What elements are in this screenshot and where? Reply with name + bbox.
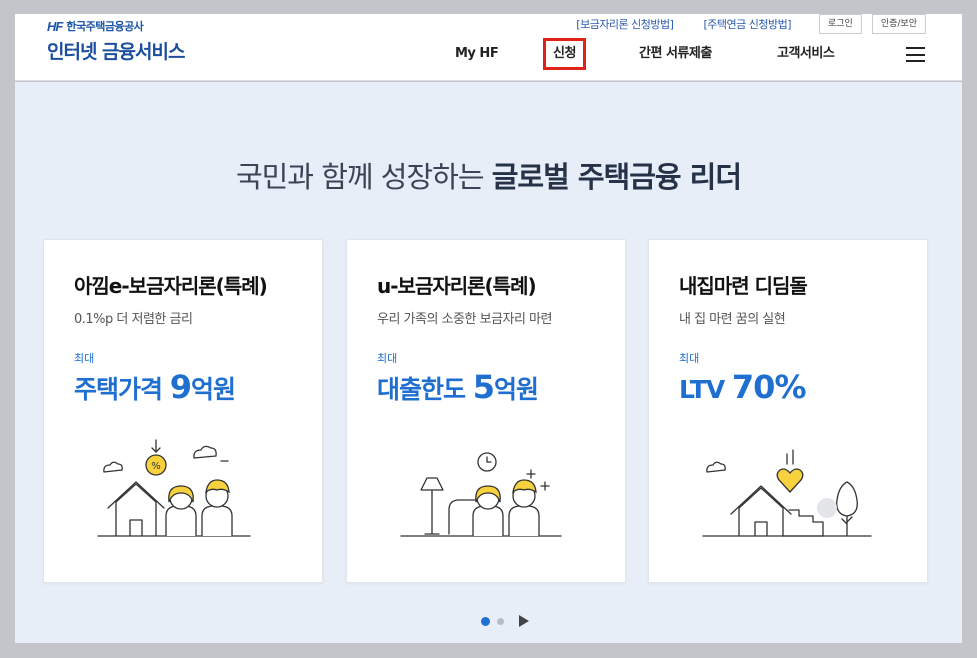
carousel-pager <box>481 615 529 627</box>
nav-my-hf[interactable]: My HF <box>455 39 499 69</box>
headline-bold: 글로벌 주택금융 리더 <box>491 160 742 194</box>
card-value-prefix: 주택가격 <box>74 375 170 404</box>
card-title: 아낌e-보금자리론(특례) <box>74 274 268 298</box>
org-name: 한국주택금융공사 <box>66 20 144 33</box>
family-living-room-illustration <box>400 452 562 537</box>
main-nav: My HF 신청 간편 서류제출 고객서비스 <box>15 38 962 70</box>
card-title: u-보금자리론(특례) <box>377 274 537 298</box>
headline: 국민과 함께 성장하는 글로벌 주택금융 리더 <box>15 154 962 196</box>
product-card-didimdol[interactable]: 내집마련 디딤돌 내 집 마련 꿈의 실현 최대 LTV 70% <box>648 239 928 583</box>
menu-icon[interactable] <box>906 47 925 62</box>
hf-logo-mark: HF <box>47 18 63 34</box>
play-icon[interactable] <box>519 615 529 627</box>
card-subtitle: 우리 가족의 소중한 보금자리 마련 <box>377 312 552 327</box>
cert-security-button[interactable]: 인증/보안 <box>871 14 926 34</box>
product-card-u-bogeumjari[interactable]: u-보금자리론(특례) 우리 가족의 소중한 보금자리 마련 최대 대출한도 5… <box>346 239 626 583</box>
pension-guide-link[interactable]: [주택연금 신청방법] <box>703 16 791 32</box>
pager-dot-1[interactable] <box>481 616 490 626</box>
nav-customer-service[interactable]: 고객서비스 <box>777 39 835 69</box>
main-content: 국민과 함께 성장하는 글로벌 주택금융 리더 아낌e-보금자리론(특례) 0.… <box>15 82 962 643</box>
site-header: HF 한국주택금융공사 인터넷 금융서비스 [보금자리론 신청방법] [주택연금… <box>15 14 962 81</box>
card-value-number: 5 <box>472 368 495 406</box>
card-max-label: 최대 <box>74 352 95 365</box>
product-card-aggim[interactable]: 아낌e-보금자리론(특례) 0.1%p 더 저렴한 금리 최대 주택가격 9억원… <box>43 239 323 583</box>
card-value-number: 70% <box>731 368 807 406</box>
card-value-prefix: 대출한도 <box>377 375 473 404</box>
headline-light: 국민과 함께 성장하는 <box>235 160 492 194</box>
card-subtitle: 내 집 마련 꿈의 실현 <box>679 312 786 327</box>
utility-bar: [보금자리론 신청방법] [주택연금 신청방법] 로그인 인증/보안 <box>576 14 926 34</box>
card-value: 주택가격 9억원 <box>74 368 236 406</box>
card-value: LTV 70% <box>679 368 806 406</box>
card-max-label: 최대 <box>377 352 398 365</box>
login-button[interactable]: 로그인 <box>819 14 862 34</box>
card-subtitle: 0.1%p 더 저렴한 금리 <box>74 312 193 327</box>
card-value: 대출한도 5억원 <box>377 368 539 406</box>
nav-apply[interactable]: 신청 <box>543 38 586 70</box>
card-max-label: 최대 <box>679 352 700 365</box>
card-value-suffix: 억원 <box>190 375 236 404</box>
card-value-suffix: 억원 <box>493 375 539 404</box>
house-heart-illustration <box>702 449 872 537</box>
nav-simple-docs[interactable]: 간편 서류제출 <box>639 39 712 69</box>
card-title: 내집마련 디딤돌 <box>679 274 808 298</box>
svg-text:%: % <box>151 461 161 472</box>
pager-dot-2[interactable] <box>497 617 504 625</box>
family-house-illustration: % <box>97 439 251 537</box>
loan-guide-link[interactable]: [보금자리론 신청방법] <box>576 16 674 32</box>
card-value-prefix: LTV <box>679 375 732 404</box>
card-value-number: 9 <box>169 368 192 406</box>
